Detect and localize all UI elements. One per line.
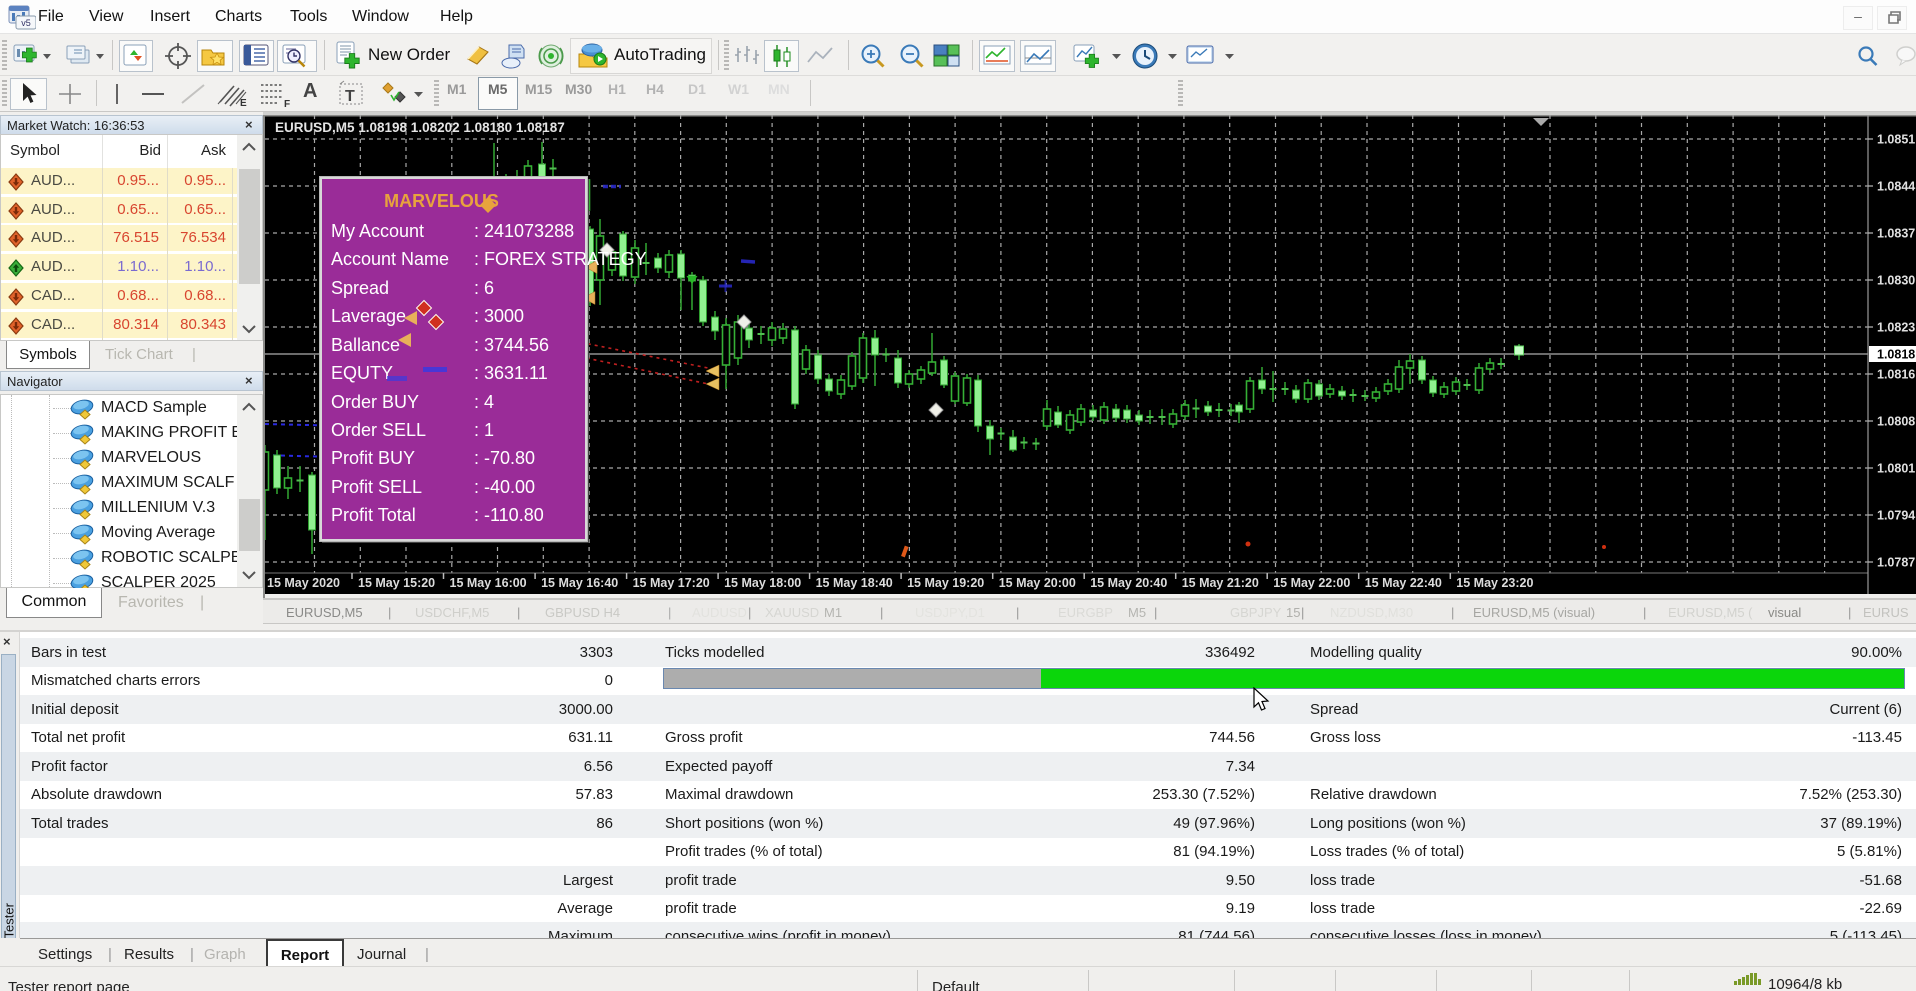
svg-text:15 May 21:20: 15 May 21:20 (1182, 576, 1259, 590)
svg-text:EURUSD,M5 1.08198 1.08202 1.0: EURUSD,M5 1.08198 1.08202 1.08180 1.0818… (275, 120, 565, 135)
svg-text:1.0844: 1.0844 (1877, 180, 1915, 194)
svg-text:1.0816: 1.0816 (1877, 368, 1915, 382)
svg-text:1.0830: 1.0830 (1877, 274, 1915, 288)
svg-text:1.0837: 1.0837 (1877, 227, 1915, 241)
svg-text:15 May 2020: 15 May 2020 (267, 576, 340, 590)
svg-text:1.0851: 1.0851 (1877, 133, 1915, 147)
svg-text:15 May 22:00: 15 May 22:00 (1273, 576, 1350, 590)
svg-text:E: E (240, 98, 247, 108)
svg-text:15 May 17:20: 15 May 17:20 (633, 576, 710, 590)
svg-text:1.0818: 1.0818 (1877, 348, 1915, 362)
svg-text:15 May 15:20: 15 May 15:20 (358, 576, 435, 590)
svg-text:15 May 19:20: 15 May 19:20 (907, 576, 984, 590)
svg-text:1.0823: 1.0823 (1877, 321, 1915, 335)
svg-text:1.0794: 1.0794 (1877, 509, 1915, 523)
svg-text:F: F (284, 99, 290, 108)
svg-text:T: T (345, 88, 355, 105)
svg-text:15 May 23:20: 15 May 23:20 (1456, 576, 1533, 590)
svg-text:15 May 16:40: 15 May 16:40 (541, 576, 618, 590)
svg-text:15 May 20:00: 15 May 20:00 (999, 576, 1076, 590)
svg-text:15 May 18:40: 15 May 18:40 (816, 576, 893, 590)
svg-text:15 May 22:40: 15 May 22:40 (1365, 576, 1442, 590)
svg-text:15 May 20:40: 15 May 20:40 (1090, 576, 1167, 590)
svg-text:1.0801: 1.0801 (1877, 462, 1915, 476)
svg-text:1.0787: 1.0787 (1877, 556, 1915, 570)
svg-text:v5: v5 (21, 18, 31, 28)
svg-text:15 May 18:00: 15 May 18:00 (724, 576, 801, 590)
svg-text:1.0808: 1.0808 (1877, 415, 1915, 429)
svg-text:15 May 16:00: 15 May 16:00 (450, 576, 527, 590)
